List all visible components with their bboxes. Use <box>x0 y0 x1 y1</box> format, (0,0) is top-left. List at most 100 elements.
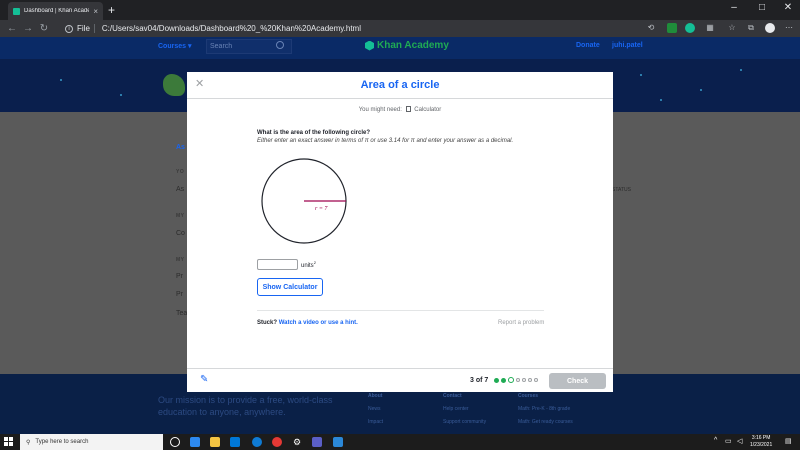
extension-icon[interactable] <box>667 23 677 33</box>
browser-tab[interactable]: Dashboard | Khan Academy × <box>8 2 103 20</box>
photos-icon[interactable] <box>333 437 343 447</box>
footer-link[interactable]: Contact <box>443 393 462 399</box>
search-icon: ⚲ <box>26 439 31 446</box>
show-calculator-button[interactable]: Show Calculator <box>257 278 323 296</box>
tools-needed-label: You might need: <box>358 107 402 113</box>
progress-count: 3 of 7 <box>470 377 489 384</box>
browser-tab-bar <box>0 0 800 20</box>
clock-date: 1/23/2021 <box>750 442 773 448</box>
new-tab-button[interactable]: + <box>108 4 115 16</box>
footer-link[interactable]: Help center <box>443 406 469 412</box>
footer-link[interactable]: Math: Get ready courses <box>518 419 573 425</box>
taskbar-search-box[interactable]: ⚲ Type here to search <box>20 434 163 450</box>
progress-dot <box>508 377 514 383</box>
footer-link[interactable]: About <box>368 393 382 399</box>
answer-input[interactable] <box>257 259 298 270</box>
edge-icon[interactable] <box>252 437 262 447</box>
tools-needed: You might need: Calculator <box>187 106 613 113</box>
read-aloud-icon[interactable]: ⟲ <box>646 23 656 33</box>
browser-toolbar: ← → ↻ i File C:/Users/sav04/Downloads/Da… <box>0 20 800 37</box>
grammarly-icon[interactable] <box>685 23 695 33</box>
divider <box>257 310 544 311</box>
chevron-up-icon[interactable]: ^ <box>714 437 717 444</box>
report-problem-link[interactable]: Report a problem <box>498 320 544 326</box>
forward-icon[interactable]: → <box>20 23 36 34</box>
volume-icon[interactable]: ◁ <box>737 437 742 445</box>
progress-dot <box>494 377 499 383</box>
footer-link[interactable]: News <box>368 406 381 412</box>
favorites-star-icon[interactable]: ☆ <box>727 23 737 33</box>
task-view-icon[interactable] <box>170 437 180 447</box>
sidebar-item[interactable]: Co <box>176 230 185 237</box>
radius-label: r = 7 <box>315 206 328 212</box>
footer-link[interactable]: Courses <box>518 393 538 399</box>
file-explorer-icon[interactable] <box>210 437 220 447</box>
modal-title: Area of a circle <box>360 79 440 91</box>
tools-needed-tool: Calculator <box>414 107 442 113</box>
progress-dot <box>516 378 520 382</box>
collections-icon[interactable]: ⧉ <box>746 23 756 33</box>
units-text: units <box>301 263 314 269</box>
notifications-icon[interactable]: ▤ <box>785 437 792 445</box>
back-icon[interactable]: ← <box>4 23 20 34</box>
section-label: YO <box>176 169 185 175</box>
check-button[interactable]: Check <box>549 373 606 389</box>
units-label: units2 <box>301 260 316 269</box>
sidebar-item[interactable]: As <box>176 144 185 151</box>
maximize-window-icon[interactable]: □ <box>752 2 772 13</box>
chrome-icon[interactable] <box>272 437 282 447</box>
taskbar-search-placeholder: Type here to search <box>35 439 89 445</box>
close-window-icon[interactable]: ✕ <box>778 2 798 13</box>
progress-dot <box>501 377 506 383</box>
sidebar-item[interactable]: Pr <box>176 273 183 280</box>
teams-icon[interactable] <box>312 437 322 447</box>
tab-title: Dashboard | Khan Academy <box>24 8 90 14</box>
more-menu-icon[interactable]: ⋯ <box>784 23 794 33</box>
scratchpad-pencil-icon[interactable]: ✎ <box>200 374 208 385</box>
address-url[interactable]: C:/Users/sav04/Downloads/Dashboard%20_%2… <box>102 24 361 33</box>
sidebar-item[interactable]: As <box>176 186 184 193</box>
logo-text: Khan Academy <box>377 40 449 51</box>
tab-close-icon[interactable]: × <box>93 7 98 16</box>
progress-dot <box>534 378 538 382</box>
address-bar[interactable]: i File C:/Users/sav04/Downloads/Dashboar… <box>65 22 625 35</box>
khan-logo-icon <box>365 40 374 51</box>
units-exponent: 2 <box>313 260 316 265</box>
windows-start-icon[interactable] <box>4 437 13 446</box>
section-label: MY <box>176 213 185 219</box>
donate-link[interactable]: Donate <box>576 42 600 49</box>
circle-diagram: r = 7 <box>261 158 347 244</box>
khan-favicon-icon <box>13 7 20 15</box>
mail-icon[interactable] <box>190 437 200 447</box>
taskbar-clock[interactable]: 3:16 PM 1/23/2021 <box>750 435 772 449</box>
profile-avatar-icon[interactable] <box>765 23 775 33</box>
exercise-modal: ✕ Area of a circle You might need: Calcu… <box>187 72 613 392</box>
question-text: What is the area of the following circle… <box>257 130 371 136</box>
search-icon <box>276 41 284 49</box>
stuck-label: Stuck? <box>257 320 278 326</box>
instructions-text: Either enter an exact answer in terms of… <box>257 138 514 144</box>
clock-time: 3:16 PM <box>751 435 771 441</box>
refresh-icon[interactable]: ↻ <box>36 23 52 34</box>
settings-gear-icon[interactable]: ⚙ <box>292 437 302 447</box>
minimize-window-icon[interactable]: – <box>724 2 744 13</box>
mission-statement: Our mission is to provide a free, world-… <box>158 395 333 417</box>
courses-menu[interactable]: Courses ▾ <box>158 42 191 50</box>
sidebar-item[interactable]: Tea <box>176 310 187 317</box>
sidebar-item[interactable]: Pr <box>176 291 183 298</box>
khan-academy-logo[interactable]: Khan Academy <box>365 40 449 51</box>
footer-link[interactable]: Support community <box>443 419 486 425</box>
footer-link[interactable]: Impact <box>368 419 383 425</box>
network-icon[interactable]: ▭ <box>725 437 732 445</box>
store-icon[interactable] <box>230 437 240 447</box>
footer-link[interactable]: Math: Pre-K - 8th grade <box>518 406 570 412</box>
address-scheme: File <box>77 24 95 33</box>
status-column-header: STATUS <box>612 187 631 193</box>
progress-dots <box>494 377 538 383</box>
info-icon[interactable]: i <box>65 24 73 33</box>
user-menu[interactable]: juhi.patel <box>612 42 643 49</box>
extensions-puzzle-icon[interactable]: ▦ <box>705 23 715 33</box>
stuck-section: Stuck? Watch a video or use a hint. <box>257 320 358 326</box>
calculator-icon <box>405 106 411 112</box>
hint-link[interactable]: Watch a video or use a hint. <box>279 320 358 326</box>
